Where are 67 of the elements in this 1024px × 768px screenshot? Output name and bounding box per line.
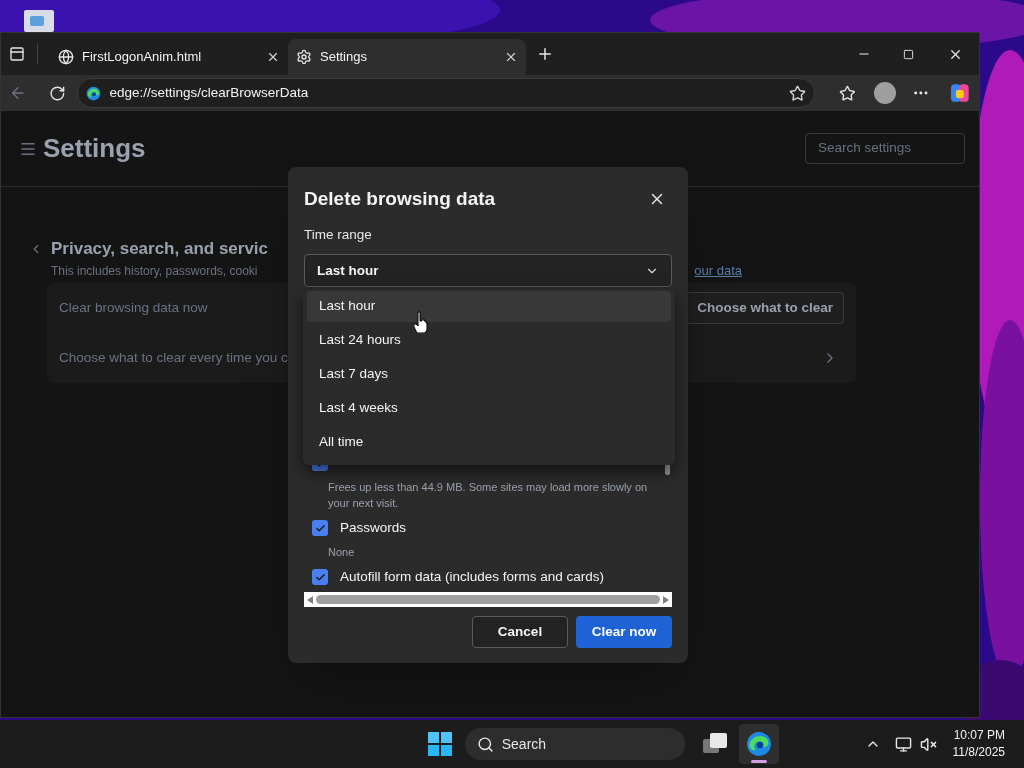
- time-range-label: Time range: [304, 226, 373, 244]
- menu-option[interactable]: Last 7 days: [307, 359, 671, 390]
- section-title: Privacy, search, and servic: [51, 238, 269, 261]
- browser-tab[interactable]: Settings: [288, 39, 526, 75]
- recycle-bin-icon: [22, 10, 56, 32]
- favorite-star-icon[interactable]: [789, 84, 807, 102]
- tab-title: FirstLogonAnim.html: [82, 48, 203, 67]
- profile-avatar[interactable]: [874, 82, 896, 104]
- new-tab-icon[interactable]: [536, 45, 554, 63]
- menu-option[interactable]: All time: [307, 427, 671, 458]
- address-field[interactable]: edge://settings/clearBrowserData: [77, 78, 816, 108]
- time-range-select[interactable]: Last hour: [304, 254, 672, 288]
- check-icon: [314, 522, 326, 534]
- network-icon[interactable]: [894, 735, 912, 753]
- edge-logo-icon: [86, 85, 102, 101]
- clock[interactable]: 10:07 PM 11/8/2025: [952, 727, 1005, 761]
- checkbox[interactable]: [312, 569, 328, 586]
- horizontal-scrollbar[interactable]: [304, 592, 672, 608]
- active-indicator: [750, 760, 767, 763]
- tab-title: Settings: [320, 48, 368, 67]
- clock-date: 11/8/2025: [952, 744, 1005, 761]
- dialog-title: Delete browsing data: [304, 186, 496, 211]
- globe-icon: [58, 49, 74, 65]
- task-view-icon: [702, 733, 727, 755]
- close-tab-icon[interactable]: [266, 50, 280, 64]
- item-description: None: [327, 545, 356, 561]
- hand-cursor-icon: [414, 311, 428, 333]
- check-icon: [314, 571, 326, 583]
- cancel-button[interactable]: Cancel: [472, 616, 568, 649]
- back-icon[interactable]: [9, 84, 27, 102]
- setting-label: Choose what to clear every time you c: [59, 348, 288, 367]
- gear-icon: [296, 49, 312, 65]
- edge-icon: [745, 731, 772, 757]
- checkbox-label: Autofill form data (includes forms and cards): [340, 568, 605, 587]
- refresh-icon[interactable]: [48, 84, 66, 102]
- section-description: This includes history, passwords, cooki: [51, 263, 258, 280]
- tab-actions-icon[interactable]: [9, 46, 25, 62]
- menu-option[interactable]: Last hour: [307, 291, 671, 322]
- select-value: Last hour: [317, 261, 380, 280]
- scroll-left-icon[interactable]: [307, 595, 313, 604]
- volume-muted-icon[interactable]: [919, 735, 937, 753]
- search-icon: [476, 735, 494, 753]
- scroll-right-icon[interactable]: [663, 595, 669, 604]
- menu-option[interactable]: Last 24 hours: [307, 325, 671, 356]
- page-title: Settings: [43, 132, 146, 165]
- favorites-icon[interactable]: [839, 84, 857, 102]
- choose-what-to-clear-button[interactable]: Choose what to clear: [686, 292, 844, 324]
- search-field[interactable]: Search settings: [805, 133, 965, 164]
- url-text: edge://settings/clearBrowserData: [109, 83, 310, 102]
- windows-start-icon[interactable]: [427, 732, 452, 756]
- checkbox[interactable]: [312, 520, 328, 537]
- menu-option[interactable]: Last 4 weeks: [307, 393, 671, 424]
- close-tab-icon[interactable]: [504, 50, 518, 64]
- taskbar-search[interactable]: Search: [464, 728, 685, 760]
- search-placeholder: Search settings: [818, 139, 912, 158]
- setting-label: Clear browsing data now: [59, 298, 208, 317]
- maximize-icon[interactable]: [903, 48, 914, 60]
- clear-now-button[interactable]: Clear now: [576, 616, 672, 649]
- browser-tab[interactable]: FirstLogonAnim.html: [50, 39, 288, 75]
- checkbox-label: Passwords: [340, 519, 407, 538]
- search-label: Search: [501, 734, 547, 754]
- clock-time: 10:07 PM: [953, 727, 1005, 744]
- scrollbar-thumb[interactable]: [316, 595, 660, 605]
- item-description: Frees up less than 44.9 MB. Some sites may load more slowly on your next visit.: [327, 480, 649, 512]
- taskbar-app[interactable]: [738, 724, 779, 764]
- manage-data-link[interactable]: our data: [694, 261, 742, 281]
- copilot-icon[interactable]: [949, 82, 971, 104]
